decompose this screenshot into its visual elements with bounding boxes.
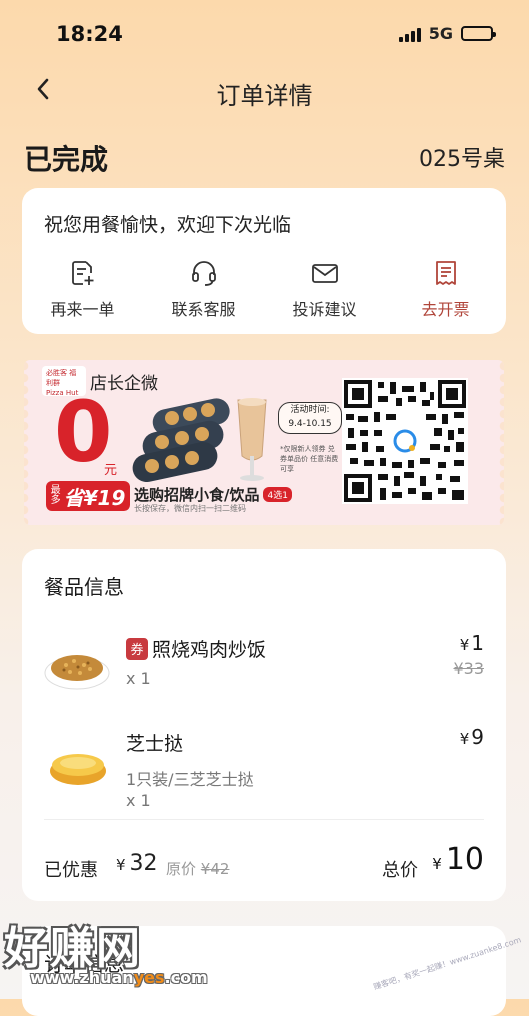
item-quantity: x 1	[126, 669, 151, 688]
item-spec: 1只装/三芝芝士挞	[126, 770, 254, 789]
divider	[44, 819, 484, 820]
complaint-button[interactable]: 投诉建议	[264, 258, 385, 320]
promo-note: *仅限新人领券 兑券单品价 任意消费可享	[280, 445, 339, 473]
reorder-label: 再来一单	[50, 300, 115, 319]
item-quantity: x 1	[126, 791, 151, 810]
reorder-button[interactable]: 再来一单	[22, 258, 143, 320]
discount-label: 已优惠	[44, 860, 98, 881]
item-price: ¥9	[459, 725, 484, 749]
milk-tea-image	[237, 398, 267, 481]
cheese-tart-image	[50, 754, 106, 785]
watermark-url: www.zhuanyes.com	[30, 968, 208, 987]
order-status: 已完成	[24, 143, 109, 176]
contact-service-button[interactable]: 联系客服	[143, 258, 264, 320]
item-name[interactable]: 芝士挞	[126, 729, 183, 756]
discount-value: ¥32	[116, 851, 158, 876]
watermark-logo: 好赚网	[4, 923, 142, 974]
total-label: 总价	[382, 860, 418, 881]
mail-icon	[311, 264, 338, 283]
promo-banner[interactable]: 必胜客 福利群 Pizza Hut 店长企微 0 元 最多 省¥19 选购招牌小食/…	[24, 360, 504, 525]
invoice-label: 去开票	[421, 300, 470, 319]
promo-text: 选购招牌小食/饮品 4选1	[134, 484, 292, 505]
status-time: 18:24	[56, 22, 123, 46]
invoice-button[interactable]: 去开票	[385, 258, 506, 320]
save-badge: 最多 省¥19	[46, 481, 130, 511]
qr-code[interactable]	[342, 378, 468, 504]
battery-icon	[461, 26, 496, 41]
reorder-icon	[71, 261, 93, 285]
action-row: 再来一单 联系客服 投诉建议 去开票	[22, 258, 506, 320]
signal-icon	[398, 26, 421, 42]
invoice-icon	[435, 261, 456, 285]
activity-date: 活动时间: 9.4-10.15	[278, 402, 342, 434]
status-indicators: 5G	[398, 24, 496, 43]
headset-icon	[191, 261, 216, 286]
promo-tip: 长按保存，微信内扫一扫二维码	[134, 504, 246, 513]
network-label: 5G	[428, 24, 453, 43]
table-number: 025号桌	[419, 147, 505, 172]
items-section-title: 餐品信息	[44, 575, 124, 599]
original-total: 原价 ¥42	[166, 860, 230, 878]
item-price: ¥1	[459, 631, 484, 655]
item-original-price: ¥33	[453, 659, 484, 678]
contact-service-label: 联系客服	[171, 300, 236, 319]
greeting-card: 祝您用餐愉快，欢迎下次光临 再来一单 联系客服 投诉建议 去开票	[22, 188, 506, 334]
coupon-badge: 券	[126, 637, 148, 660]
total-value: ¥10	[432, 842, 484, 877]
greeting-text: 祝您用餐愉快，欢迎下次光临	[44, 214, 292, 236]
snack-tray-image	[132, 398, 230, 482]
complaint-label: 投诉建议	[292, 300, 357, 319]
fried-rice-image	[44, 655, 110, 690]
item-name[interactable]: 券 照烧鸡肉炒饭	[126, 635, 266, 662]
banner-yuan: 元	[104, 463, 118, 478]
items-card: 餐品信息 券 照烧鸡肉炒饭 x 1 ¥1 ¥33 芝士挞 1只装/三芝芝士挞 x…	[22, 549, 506, 901]
page-title: 订单详情	[216, 82, 313, 110]
